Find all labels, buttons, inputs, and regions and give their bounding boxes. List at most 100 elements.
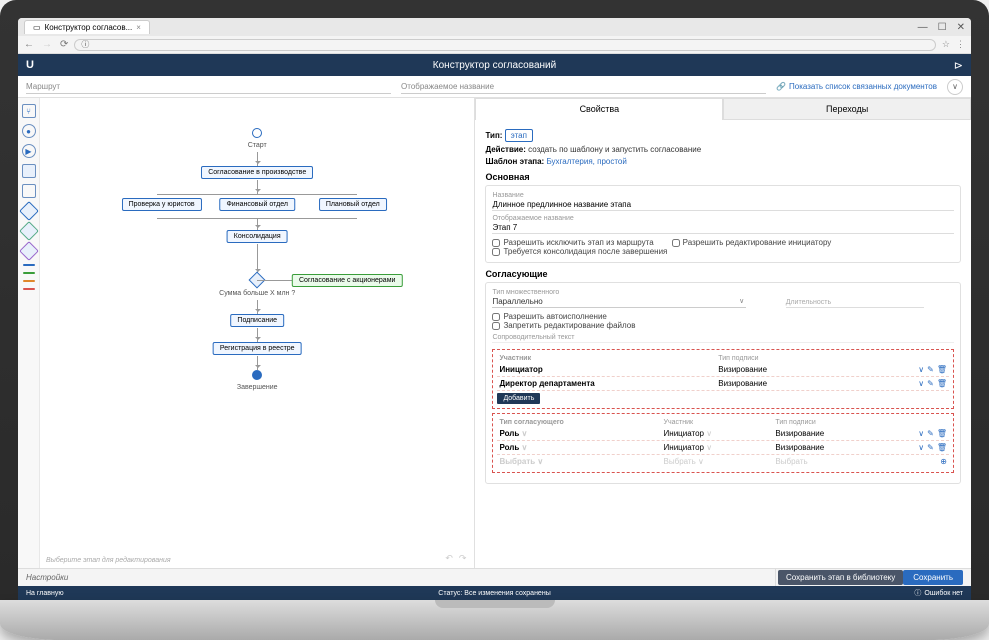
edit-icon[interactable]: ✎	[927, 443, 934, 452]
tool-diamond3-icon[interactable]	[19, 241, 39, 261]
linked-docs-link[interactable]: 🔗 Показать список связанных документов	[776, 82, 937, 91]
browser-tab[interactable]: ▭ Конструктор согласов... ×	[24, 20, 150, 34]
route-name-input[interactable]: Маршрут	[26, 80, 391, 94]
t2-r1-participant[interactable]: Инициатор ∨	[664, 429, 776, 438]
flowchart-canvas[interactable]: Старт Согласование в производстве Провер…	[40, 98, 474, 568]
save-to-library-button[interactable]: Сохранить этап в библиотеку	[778, 570, 903, 585]
reload-icon[interactable]: ⟳	[60, 39, 68, 50]
mode-select[interactable]: Параллельно	[492, 296, 746, 308]
info-icon[interactable]: ⓘ	[81, 39, 89, 50]
footer-toolbar: Настройки Сохранить этап в библиотеку Со…	[18, 568, 971, 586]
chk-exclude[interactable]: Разрешить исключить этап из маршрута	[492, 238, 653, 247]
node-start[interactable]	[252, 128, 262, 138]
node-register[interactable]: Регистрация в реестре	[213, 342, 302, 355]
workspace: ⑂ ● ▶	[18, 98, 971, 568]
window-maximize-icon[interactable]: ☐	[938, 22, 947, 33]
tool-diamond2-icon[interactable]	[19, 221, 39, 241]
collapse-button[interactable]: ∨	[947, 79, 963, 95]
template-value[interactable]: Бухгалтерия, простой	[546, 157, 626, 166]
node-consolidation[interactable]: Консолидация	[227, 230, 288, 243]
undo-icon[interactable]: ↶	[445, 553, 453, 564]
table-row-placeholder[interactable]: Выбрать ∨ Выбрать ∨ Выбрать ⊕	[497, 455, 949, 468]
edit-icon[interactable]: ✎	[927, 365, 934, 374]
tool-play-icon[interactable]: ▶	[22, 144, 36, 158]
t2-r1-role[interactable]: Роль ∨	[499, 429, 663, 438]
tab-transitions[interactable]: Переходы	[723, 98, 971, 120]
tool-circle-icon[interactable]: ●	[22, 124, 36, 138]
app-logo[interactable]: U	[26, 59, 34, 71]
chevron-down-icon[interactable]: ∨	[918, 379, 924, 388]
chk-autoexec[interactable]: Разрешить автоисполнение	[492, 312, 606, 321]
chk-consolidation[interactable]: Требуется консолидация после завершения	[492, 247, 667, 256]
section-approvers: Согласующие	[485, 269, 961, 279]
errors-indicator[interactable]: ⓘ Ошибок нет	[914, 588, 963, 598]
action-value: создать по шаблону и запустить согласова…	[528, 145, 701, 154]
chk-noedit-files[interactable]: Запретить редактирование файлов	[492, 321, 635, 330]
add-participant-button[interactable]: Добавить	[497, 393, 540, 404]
tool-line-blue-icon[interactable]	[23, 264, 35, 266]
node-finance[interactable]: Финансовый отдел	[219, 198, 294, 211]
name-input[interactable]: Длинное предлинное название этапа	[492, 199, 954, 211]
properties-content: Тип: этап Действие: создать по шаблону и…	[475, 120, 971, 568]
delete-icon[interactable]: 🗑	[937, 379, 947, 388]
t2-r2-role[interactable]: Роль ∨	[499, 443, 663, 452]
flow-icon[interactable]: ⊳	[954, 59, 963, 72]
tool-line-orange-icon[interactable]	[23, 280, 35, 282]
node-end[interactable]	[252, 370, 262, 380]
template-label: Шаблон этапа:	[485, 157, 544, 166]
t1-r1-sigtype: Визирование	[718, 365, 867, 374]
window-close-icon[interactable]: ✕	[957, 22, 965, 33]
node-sign[interactable]: Подписание	[230, 314, 284, 327]
tool-diamond-icon[interactable]	[19, 201, 39, 221]
edit-icon[interactable]: ✎	[927, 429, 934, 438]
table-row: Роль ∨ Инициатор ∨ Визирование ∨✎🗑	[497, 427, 949, 441]
node-shareholders[interactable]: Согласование с акционерами	[292, 274, 402, 287]
delete-icon[interactable]: 🗑	[937, 429, 947, 438]
delete-icon[interactable]: 🗑	[937, 365, 947, 374]
approvers-box: Тип множественного Параллельно Длительно…	[485, 282, 961, 484]
back-icon[interactable]: ←	[24, 39, 34, 50]
save-button[interactable]: Сохранить	[903, 570, 963, 585]
settings-link[interactable]: Настройки	[26, 573, 68, 582]
display-name-input[interactable]: Отображаемое название	[401, 80, 766, 94]
tool-rect2-icon[interactable]	[22, 184, 36, 198]
tab-properties[interactable]: Свойства	[475, 98, 723, 120]
node-legal[interactable]: Проверка у юристов	[122, 198, 202, 211]
link-icon: 🔗	[776, 82, 786, 91]
chk-edit-initiator[interactable]: Разрешить редактирование инициатору	[672, 238, 832, 247]
tool-rect-icon[interactable]	[22, 164, 36, 178]
tool-line-green-icon[interactable]	[23, 272, 35, 274]
tab-favicon: ▭	[33, 23, 41, 32]
t2-r2-participant[interactable]: Инициатор ∨	[664, 443, 776, 452]
url-input[interactable]: ⓘ	[74, 39, 936, 51]
add-row-icon[interactable]: ⊕	[940, 457, 947, 466]
close-tab-icon[interactable]: ×	[136, 23, 141, 32]
t2-r2-sigtype[interactable]: Визирование	[775, 443, 887, 452]
forward-icon[interactable]: →	[42, 39, 52, 50]
node-plan[interactable]: Плановый отдел	[319, 198, 387, 211]
t1-h2: Тип подписи	[718, 355, 867, 362]
bookmark-star-icon[interactable]: ☆	[942, 39, 950, 50]
tool-line-red-icon[interactable]	[23, 288, 35, 290]
duration-input[interactable]: Длительность	[786, 298, 924, 308]
tool-branch-icon[interactable]: ⑂	[22, 104, 36, 118]
t2-r1-sigtype[interactable]: Визирование	[775, 429, 887, 438]
chevron-down-icon[interactable]: ∨	[918, 443, 924, 452]
canvas-pane: ⑂ ● ▶	[18, 98, 475, 568]
redo-icon[interactable]: ↷	[459, 553, 467, 564]
name-label: Название	[492, 192, 954, 199]
edit-icon[interactable]: ✎	[927, 379, 934, 388]
t1-h1: Участник	[499, 355, 718, 362]
table-row: Роль ∨ Инициатор ∨ Визирование ∨✎🗑	[497, 441, 949, 455]
menu-icon[interactable]: ⋮	[956, 39, 965, 50]
delete-icon[interactable]: 🗑	[937, 443, 947, 452]
action-label: Действие:	[485, 145, 525, 154]
window-minimize-icon[interactable]: —	[918, 22, 928, 33]
home-link[interactable]: На главную	[26, 590, 64, 597]
type-label: Тип:	[485, 131, 502, 140]
display-name-input[interactable]: Этап 7	[492, 222, 954, 234]
chevron-down-icon[interactable]: ∨	[918, 429, 924, 438]
mode-label: Тип множественного	[492, 289, 954, 296]
node-production[interactable]: Согласование в производстве	[201, 166, 313, 179]
chevron-down-icon[interactable]: ∨	[918, 365, 924, 374]
